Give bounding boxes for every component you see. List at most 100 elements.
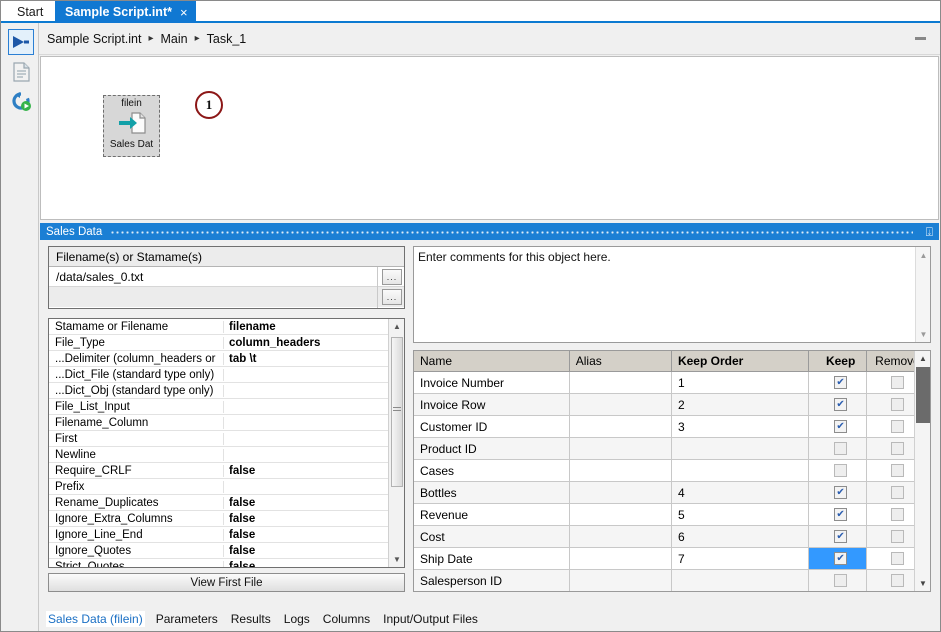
columns-table[interactable]: Name Alias Keep Order Keep Remove Invoic… — [413, 350, 931, 592]
cell-keep[interactable]: ✔ — [809, 482, 867, 504]
filename-row-empty[interactable]: ... — [49, 287, 404, 307]
column-header-alias[interactable]: Alias — [570, 351, 672, 371]
cell-name[interactable]: Cost — [414, 526, 570, 548]
table-scrollbar[interactable]: ▲ ▼ — [914, 351, 930, 591]
remove-checkbox[interactable]: ✔ — [891, 530, 904, 543]
property-grid-scrollbar[interactable]: ▲ ▼ — [388, 319, 404, 567]
property-value[interactable]: tab \t — [224, 353, 404, 365]
cell-keep[interactable]: ✔ — [809, 372, 867, 394]
property-value[interactable]: false — [224, 497, 404, 509]
cell-keep-order[interactable]: 1 — [672, 372, 809, 394]
cell-alias[interactable] — [570, 482, 672, 504]
table-row[interactable]: Customer ID3✔✔ — [414, 416, 930, 438]
cell-keep[interactable]: ✔ — [809, 438, 867, 460]
browse-button[interactable]: ... — [382, 289, 402, 305]
cell-alias[interactable] — [570, 372, 672, 394]
table-row[interactable]: Invoice Number 1 ✔ ✔ — [414, 372, 930, 394]
cell-alias[interactable] — [570, 438, 672, 460]
bottom-tab-sales-data-filein[interactable]: Sales Data (filein) — [46, 611, 145, 627]
bottom-tab-input-output-files[interactable]: Input/Output Files — [381, 611, 480, 627]
cell-keep-order[interactable]: 6 — [672, 526, 809, 548]
run-script-icon[interactable] — [8, 29, 34, 55]
column-header-name[interactable]: Name — [414, 351, 570, 371]
cell-keep[interactable]: ✔ — [809, 504, 867, 526]
keep-checkbox[interactable]: ✔ — [834, 376, 847, 389]
minimize-icon[interactable] — [915, 37, 926, 40]
remove-checkbox[interactable]: ✔ — [891, 486, 904, 499]
table-row[interactable]: Revenue5✔✔ — [414, 504, 930, 526]
canvas-node-filein[interactable]: filein Sales Dat — [103, 95, 160, 157]
property-row[interactable]: First — [49, 431, 404, 447]
scroll-up-icon[interactable]: ▲ — [916, 248, 931, 262]
view-first-file-button[interactable]: View First File — [48, 573, 405, 592]
breadcrumb-item-script[interactable]: Sample Script.int — [47, 32, 141, 46]
scroll-down-icon[interactable]: ▼ — [389, 552, 405, 567]
property-row[interactable]: Rename_Duplicatesfalse — [49, 495, 404, 511]
property-row[interactable]: Strict_Quotesfalse — [49, 559, 404, 568]
cell-keep-order[interactable]: 5 — [672, 504, 809, 526]
cell-name[interactable]: Cases — [414, 460, 570, 482]
property-row[interactable]: ...Delimiter (column_headers ortab \t — [49, 351, 404, 367]
remove-checkbox[interactable]: ✔ — [891, 552, 904, 565]
keep-checkbox[interactable]: ✔ — [834, 552, 847, 565]
comments-box[interactable]: Enter comments for this object here. ▲ ▼ — [413, 246, 931, 343]
cell-name[interactable]: Invoice Number — [414, 372, 570, 394]
close-icon[interactable]: × — [180, 6, 188, 19]
cell-keep[interactable]: ✔ — [809, 460, 867, 482]
remove-checkbox[interactable]: ✔ — [891, 398, 904, 411]
table-row[interactable]: Cases ✔ ✔ — [414, 460, 930, 482]
keep-checkbox[interactable]: ✔ — [834, 420, 847, 433]
property-row[interactable]: Ignore_Line_Endfalse — [49, 527, 404, 543]
cell-keep[interactable]: ✔ — [809, 548, 867, 570]
property-value[interactable]: false — [224, 513, 404, 525]
remove-checkbox[interactable]: ✔ — [891, 376, 904, 389]
table-row[interactable]: Product ID ✔ ✔ — [414, 438, 930, 460]
cell-name[interactable]: Invoice Row — [414, 394, 570, 416]
property-row[interactable]: Newline — [49, 447, 404, 463]
keep-checkbox[interactable]: ✔ — [834, 530, 847, 543]
keep-checkbox[interactable]: ✔ — [834, 398, 847, 411]
remove-checkbox[interactable]: ✔ — [891, 442, 904, 455]
remove-checkbox[interactable]: ✔ — [891, 508, 904, 521]
property-value[interactable]: false — [224, 561, 404, 569]
property-grid[interactable]: Stamame or FilenamefilenameFile_Typecolu… — [48, 318, 405, 568]
property-row[interactable]: ...Dict_Obj (standard type only) — [49, 383, 404, 399]
table-row[interactable]: Salesperson ID✔✔ — [414, 570, 930, 592]
cell-keep-order[interactable] — [672, 460, 809, 482]
scroll-down-icon[interactable]: ▼ — [916, 327, 931, 341]
property-value[interactable]: column_headers — [224, 337, 404, 349]
cell-alias[interactable] — [570, 460, 672, 482]
document-icon[interactable] — [8, 59, 34, 85]
cell-alias[interactable] — [570, 416, 672, 438]
cell-keep-order[interactable]: 3 — [672, 416, 809, 438]
refresh-history-icon[interactable] — [8, 89, 34, 115]
cell-name[interactable]: Product ID — [414, 438, 570, 460]
bottom-tab-parameters[interactable]: Parameters — [154, 611, 220, 627]
column-header-keep-order[interactable]: Keep Order — [672, 351, 809, 371]
cell-keep[interactable]: ✔ — [809, 394, 867, 416]
cell-alias[interactable] — [570, 570, 672, 592]
remove-checkbox[interactable]: ✔ — [891, 464, 904, 477]
keep-checkbox[interactable]: ✔ — [834, 508, 847, 521]
cell-keep[interactable]: ✔ — [809, 416, 867, 438]
keep-checkbox[interactable]: ✔ — [834, 442, 847, 455]
cell-alias[interactable] — [570, 394, 672, 416]
cell-keep-order[interactable] — [672, 570, 809, 592]
keep-checkbox[interactable]: ✔ — [834, 486, 847, 499]
tab-sample-script[interactable]: Sample Script.int* × — [55, 1, 196, 23]
property-row[interactable]: Filename_Column — [49, 415, 404, 431]
remove-checkbox[interactable]: ✔ — [891, 420, 904, 433]
property-value[interactable]: false — [224, 529, 404, 541]
cell-alias[interactable] — [570, 548, 672, 570]
cell-alias[interactable] — [570, 504, 672, 526]
keep-checkbox[interactable]: ✔ — [834, 574, 847, 587]
property-value[interactable]: false — [224, 545, 404, 557]
cell-name[interactable]: Ship Date — [414, 548, 570, 570]
table-row[interactable]: Ship Date7✔✔ — [414, 548, 930, 570]
cell-keep-order[interactable]: 2 — [672, 394, 809, 416]
property-row[interactable]: ...Dict_File (standard type only) — [49, 367, 404, 383]
breadcrumb-item-main[interactable]: Main — [161, 32, 188, 46]
bottom-tab-columns[interactable]: Columns — [321, 611, 372, 627]
breadcrumb-item-task[interactable]: Task_1 — [207, 32, 247, 46]
cell-name[interactable]: Bottles — [414, 482, 570, 504]
